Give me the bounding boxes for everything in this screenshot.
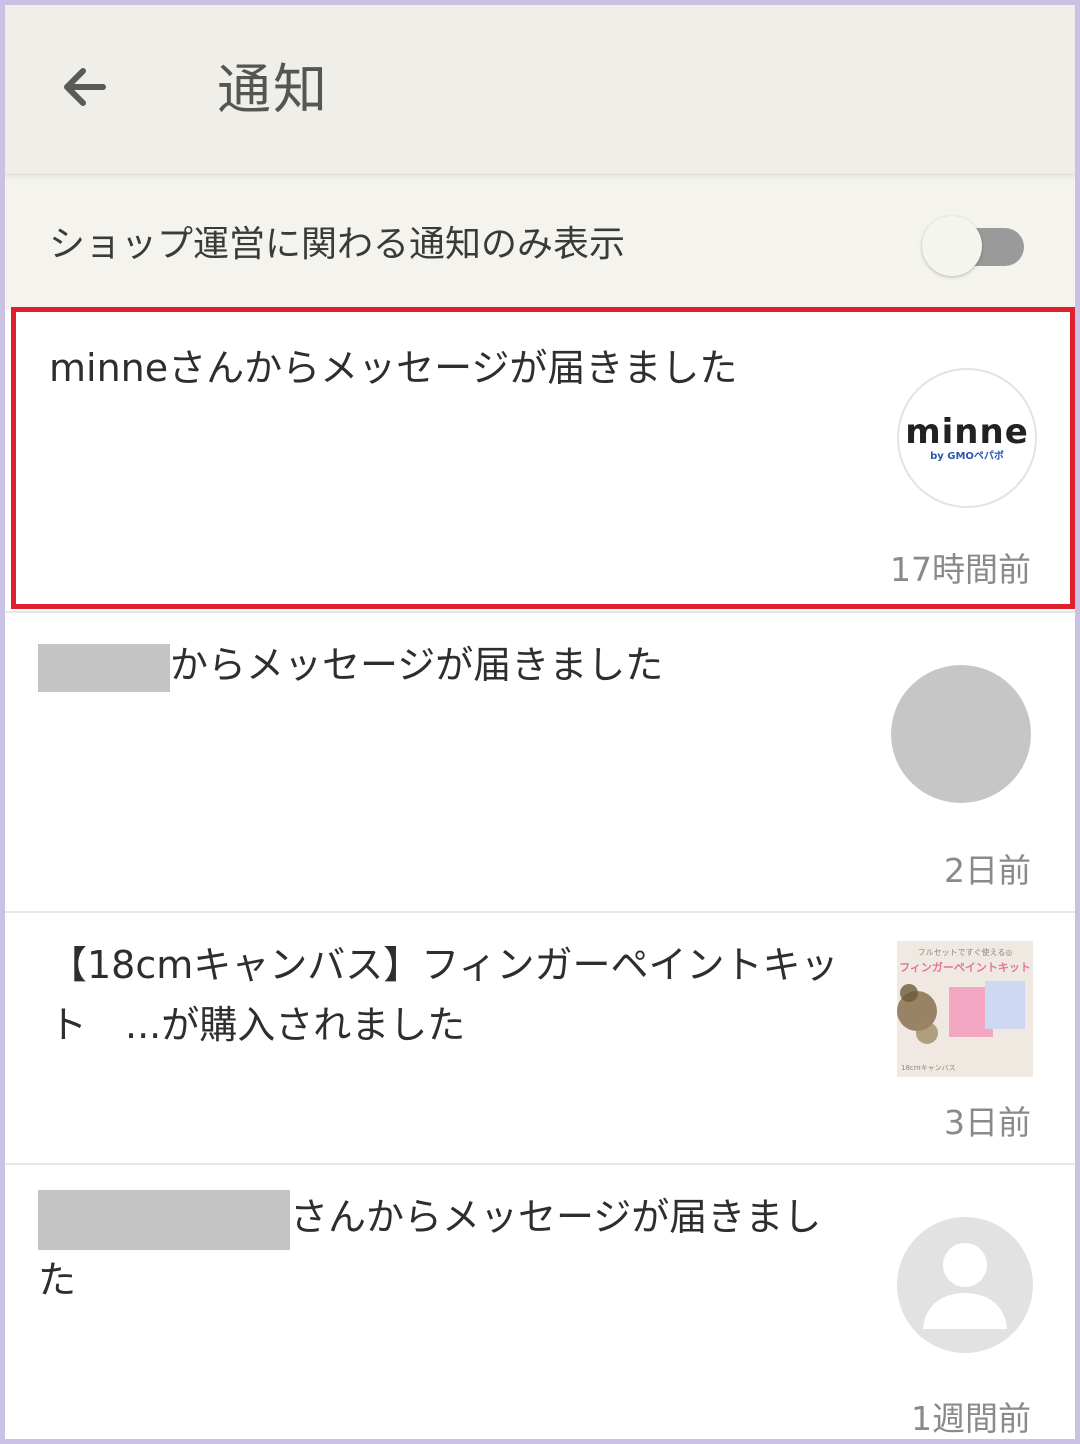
notification-text-row: からメッセージが届きました [38, 635, 838, 695]
thumb-caption-bottom: 18cmキャンバス [901, 1064, 956, 1072]
notification-text: 【18cmキャンバス】フィンガーペイントキット ...が購入されました [49, 943, 839, 1047]
redacted-name [38, 643, 170, 692]
shop-filter-row: ショップ運営に関わる通知のみ表示 [5, 176, 1075, 310]
user-silhouette-icon [923, 1243, 1007, 1329]
default-user-icon [897, 1217, 1033, 1353]
notification-item[interactable]: さんからメッセージが届きました 1週間前 [5, 1165, 1075, 1439]
arrow-left-icon [64, 68, 106, 106]
notification-text: minneさんからメッセージが届きました [49, 346, 738, 390]
page-title: 通知 [217, 58, 329, 121]
minne-logo: minne by GMOペパボ [897, 368, 1037, 508]
sender-avatar [891, 665, 1031, 803]
notification-item[interactable]: からメッセージが届きました 2日前 [5, 613, 1075, 913]
notification-time: 1週間前 [911, 1399, 1031, 1438]
minne-wordmark: minne [905, 412, 1029, 452]
filter-label: ショップ運営に関わる通知のみ表示 [49, 224, 626, 265]
notifications-screen: 通知 ショップ運営に関わる通知のみ表示 minneさんからメッセージが届きました… [5, 5, 1075, 1439]
redacted-name [38, 1189, 290, 1250]
notification-item[interactable]: minneさんからメッセージが届きました minne by GMOペパボ 17時… [5, 310, 1075, 613]
notification-text: からメッセージが届きました [170, 643, 664, 687]
thumb-caption-title: フィンガーペイントキット [899, 961, 1031, 974]
notification-time: 17時間前 [890, 550, 1031, 589]
notification-item[interactable]: 【18cmキャンバス】フィンガーペイントキット ...が購入されました フルセッ… [5, 913, 1075, 1165]
notification-time: 2日前 [944, 851, 1031, 890]
app-bar: 通知 [5, 5, 1075, 175]
shop-filter-toggle[interactable] [920, 214, 1025, 278]
notification-text-row: さんからメッセージが届きました [38, 1187, 838, 1310]
notification-time: 3日前 [944, 1103, 1031, 1142]
minne-logo-sub: by GMOペパボ [930, 451, 1004, 462]
thumb-caption-top: フルセットですぐ使える◎ [917, 948, 1013, 957]
toggle-thumb [922, 216, 982, 276]
product-thumbnail: フルセットですぐ使える◎ フィンガーペイントキット 18cmキャンバス [897, 941, 1033, 1077]
back-button[interactable] [53, 55, 117, 119]
